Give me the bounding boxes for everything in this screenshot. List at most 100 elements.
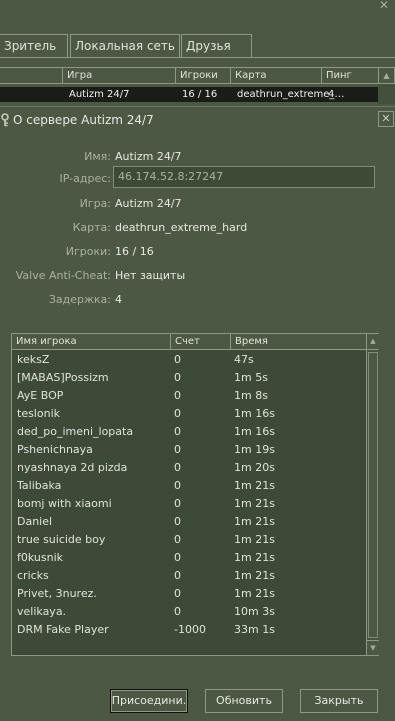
player-time: 1m 16s xyxy=(234,407,275,420)
players-value: 16 / 16 xyxy=(115,245,154,258)
player-row[interactable]: velikaya. 0 10m 3s xyxy=(12,603,366,621)
player-row[interactable]: [MABAS]Possizm 0 1m 5s xyxy=(12,369,366,387)
column-player-name[interactable]: Имя игрока xyxy=(12,334,170,349)
player-score: 0 xyxy=(174,407,181,420)
vac-label: Valve Anti-Cheat: xyxy=(15,269,111,282)
game-value: Autizm 24/7 xyxy=(115,197,182,210)
player-name: nyashnaya 2d pizda xyxy=(17,461,128,474)
player-score: 0 xyxy=(174,353,181,366)
player-row[interactable]: DRM Fake Player -1000 33m 1s xyxy=(12,621,366,639)
player-row[interactable]: nyashnaya 2d pizda 0 1m 20s xyxy=(12,459,366,477)
server-list-scrollbar[interactable] xyxy=(378,84,395,104)
player-time: 1m 21s xyxy=(234,569,275,582)
latency-value: 4 xyxy=(115,293,122,306)
column-game[interactable]: Игра xyxy=(62,68,175,83)
player-name: f0kusnik xyxy=(17,551,64,564)
player-name: Daniel xyxy=(17,515,53,528)
player-name: AyE BOP xyxy=(17,389,64,402)
tab-lan[interactable]: Локальная сеть xyxy=(70,34,180,58)
key-icon xyxy=(1,113,9,127)
ip-address-field[interactable]: 46.174.52.8:27247 xyxy=(113,166,375,188)
player-row[interactable]: ded_po_imeni_lopata 0 1m 16s xyxy=(12,423,366,441)
players-table: Имя игрока Счет Время ▲ ▼ keksZ 0 47s [MABA… xyxy=(11,333,379,656)
map-value: deathrun_extreme_hard xyxy=(115,221,248,234)
column-score[interactable]: Счет xyxy=(170,334,230,349)
player-score: 0 xyxy=(174,479,181,492)
player-time: 1m 5s xyxy=(234,371,268,384)
player-time: 1m 21s xyxy=(234,515,275,528)
refresh-button[interactable]: Обновить xyxy=(205,689,283,713)
column-map[interactable]: Карта xyxy=(230,68,321,83)
player-name: Privet, 3nurez. xyxy=(17,587,97,600)
player-score: 0 xyxy=(174,605,181,618)
player-time: 10m 3s xyxy=(234,605,275,618)
player-name: DRM Fake Player xyxy=(17,623,109,636)
player-name: true suicide boy xyxy=(17,533,106,546)
player-name: Talibaka xyxy=(17,479,62,492)
name-label: Имя: xyxy=(84,150,111,163)
server-players: 16 / 16 xyxy=(182,89,218,100)
players-scroll-up-icon[interactable]: ▲ xyxy=(366,334,379,350)
player-row[interactable]: f0kusnik 0 1m 21s xyxy=(12,549,366,567)
players-scroll-down-icon[interactable]: ▼ xyxy=(366,640,379,655)
server-game: Autizm 24/7 xyxy=(69,89,130,100)
vac-value: Нет защиты xyxy=(115,269,186,282)
tab-friends[interactable]: Друзья xyxy=(181,34,252,58)
player-row[interactable]: bomj with xiaomi 0 1m 21s xyxy=(12,495,366,513)
join-button[interactable]: Присоедини. xyxy=(110,689,188,713)
column-players[interactable]: Игроки xyxy=(175,68,230,83)
server-list-scroll-up-icon[interactable]: ▲ xyxy=(378,67,395,84)
player-time: 1m 21s xyxy=(234,533,275,546)
players-label: Игроки: xyxy=(65,245,111,258)
player-name: velikaya. xyxy=(17,605,67,618)
column-ping[interactable]: Пинг xyxy=(321,68,378,83)
dialog-close-icon[interactable]: ✕ xyxy=(378,111,394,127)
player-time: 47s xyxy=(234,353,254,366)
player-name: cricks xyxy=(17,569,49,582)
player-name: [MABAS]Possizm xyxy=(17,371,109,384)
server-list-header: Игра Игроки Карта Пинг xyxy=(0,67,378,84)
tab-bar: Зритель Локальная сеть Друзья xyxy=(0,34,395,58)
server-row-selected[interactable]: Autizm 24/7 16 / 16 deathrun_extreme_… 4 xyxy=(0,87,378,102)
player-name: Pshenichnaya xyxy=(17,443,93,456)
player-time: 1m 8s xyxy=(234,389,268,402)
player-score: 0 xyxy=(174,569,181,582)
player-row[interactable]: true suicide boy 0 1m 21s xyxy=(12,531,366,549)
map-label: Карта: xyxy=(72,221,111,234)
player-time: 33m 1s xyxy=(234,623,275,636)
tab-spectator[interactable]: Зритель xyxy=(0,34,68,58)
players-table-header: Имя игрока Счет Время xyxy=(12,334,366,350)
tab-divider xyxy=(0,57,395,58)
player-name: ded_po_imeni_lopata xyxy=(17,425,134,438)
player-row[interactable]: AyE BOP 0 1m 8s xyxy=(12,387,366,405)
player-score: 0 xyxy=(174,461,181,474)
player-time: 1m 21s xyxy=(234,587,275,600)
player-name: teslonik xyxy=(17,407,60,420)
player-row[interactable]: keksZ 0 47s xyxy=(12,351,366,369)
player-row[interactable]: Privet, 3nurez. 0 1m 21s xyxy=(12,585,366,603)
column-time[interactable]: Время xyxy=(230,334,366,349)
players-scrollbar-thumb[interactable] xyxy=(368,352,378,638)
player-row[interactable]: Pshenichnaya 0 1m 19s xyxy=(12,441,366,459)
player-score: 0 xyxy=(174,425,181,438)
player-row[interactable]: cricks 0 1m 21s xyxy=(12,567,366,585)
player-row[interactable]: Daniel 0 1m 21s xyxy=(12,513,366,531)
player-name: bomj with xiaomi xyxy=(17,497,112,510)
game-label: Игра: xyxy=(79,197,111,210)
ip-label: IP-адрес: xyxy=(59,172,111,185)
window-close-icon[interactable]: ✕ xyxy=(377,0,391,12)
player-score: 0 xyxy=(174,371,181,384)
player-time: 1m 21s xyxy=(234,551,275,564)
player-score: 0 xyxy=(174,515,181,528)
player-score: 0 xyxy=(174,497,181,510)
player-row[interactable]: Talibaka 0 1m 21s xyxy=(12,477,366,495)
server-info-dialog: О сервере Autizm 24/7 ✕ Имя: Autizm 24/7… xyxy=(0,106,395,721)
close-button[interactable]: Закрыть xyxy=(300,689,378,713)
player-score: 0 xyxy=(174,389,181,402)
player-row[interactable]: teslonik 0 1m 16s xyxy=(12,405,366,423)
latency-label: Задержка: xyxy=(48,293,111,306)
player-time: 1m 21s xyxy=(234,497,275,510)
player-time: 1m 21s xyxy=(234,479,275,492)
player-name: keksZ xyxy=(17,353,50,366)
player-time: 1m 16s xyxy=(234,425,275,438)
